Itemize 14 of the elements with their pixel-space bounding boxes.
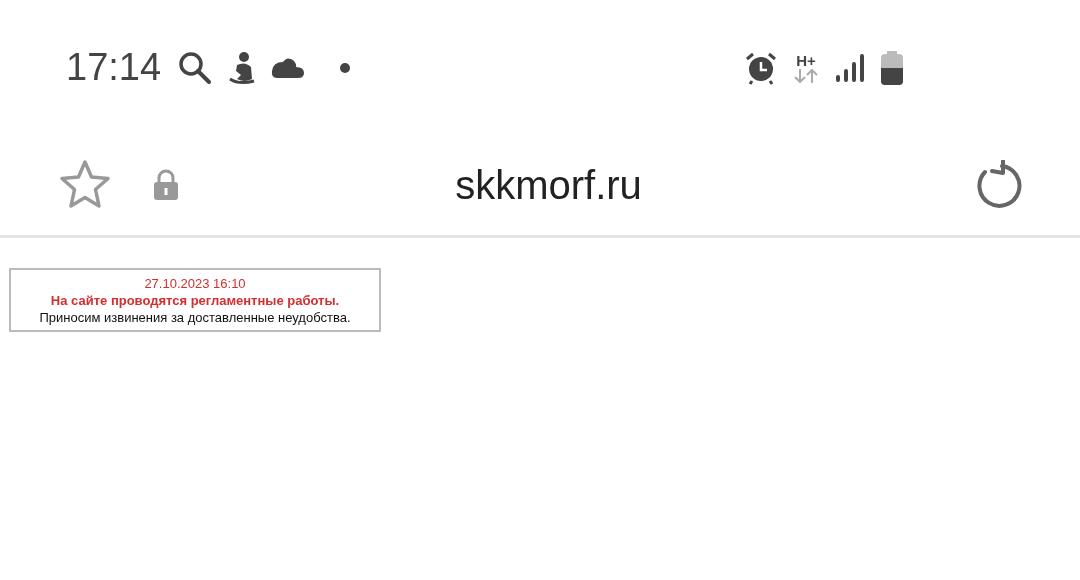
url-text[interactable]: skkmorf.ru — [220, 162, 877, 208]
notice-line: Приносим извинения за доставленные неудобства. — [39, 309, 351, 326]
signal-icon — [834, 52, 864, 83]
data-arrows-icon — [794, 68, 818, 83]
search-icon — [177, 49, 214, 86]
battery-icon — [880, 50, 904, 85]
alarm-clock-icon — [744, 50, 778, 85]
lock-icon — [152, 169, 180, 201]
notification-dot-icon — [339, 61, 352, 74]
cloud-icon — [271, 55, 306, 80]
notice-line: 27.10.2023 16:10 — [144, 275, 246, 292]
status-time: 17:14 — [66, 46, 162, 89]
network-type: H+ — [796, 52, 816, 69]
notice-line: На сайте проводятся регламентные работы. — [50, 292, 340, 309]
